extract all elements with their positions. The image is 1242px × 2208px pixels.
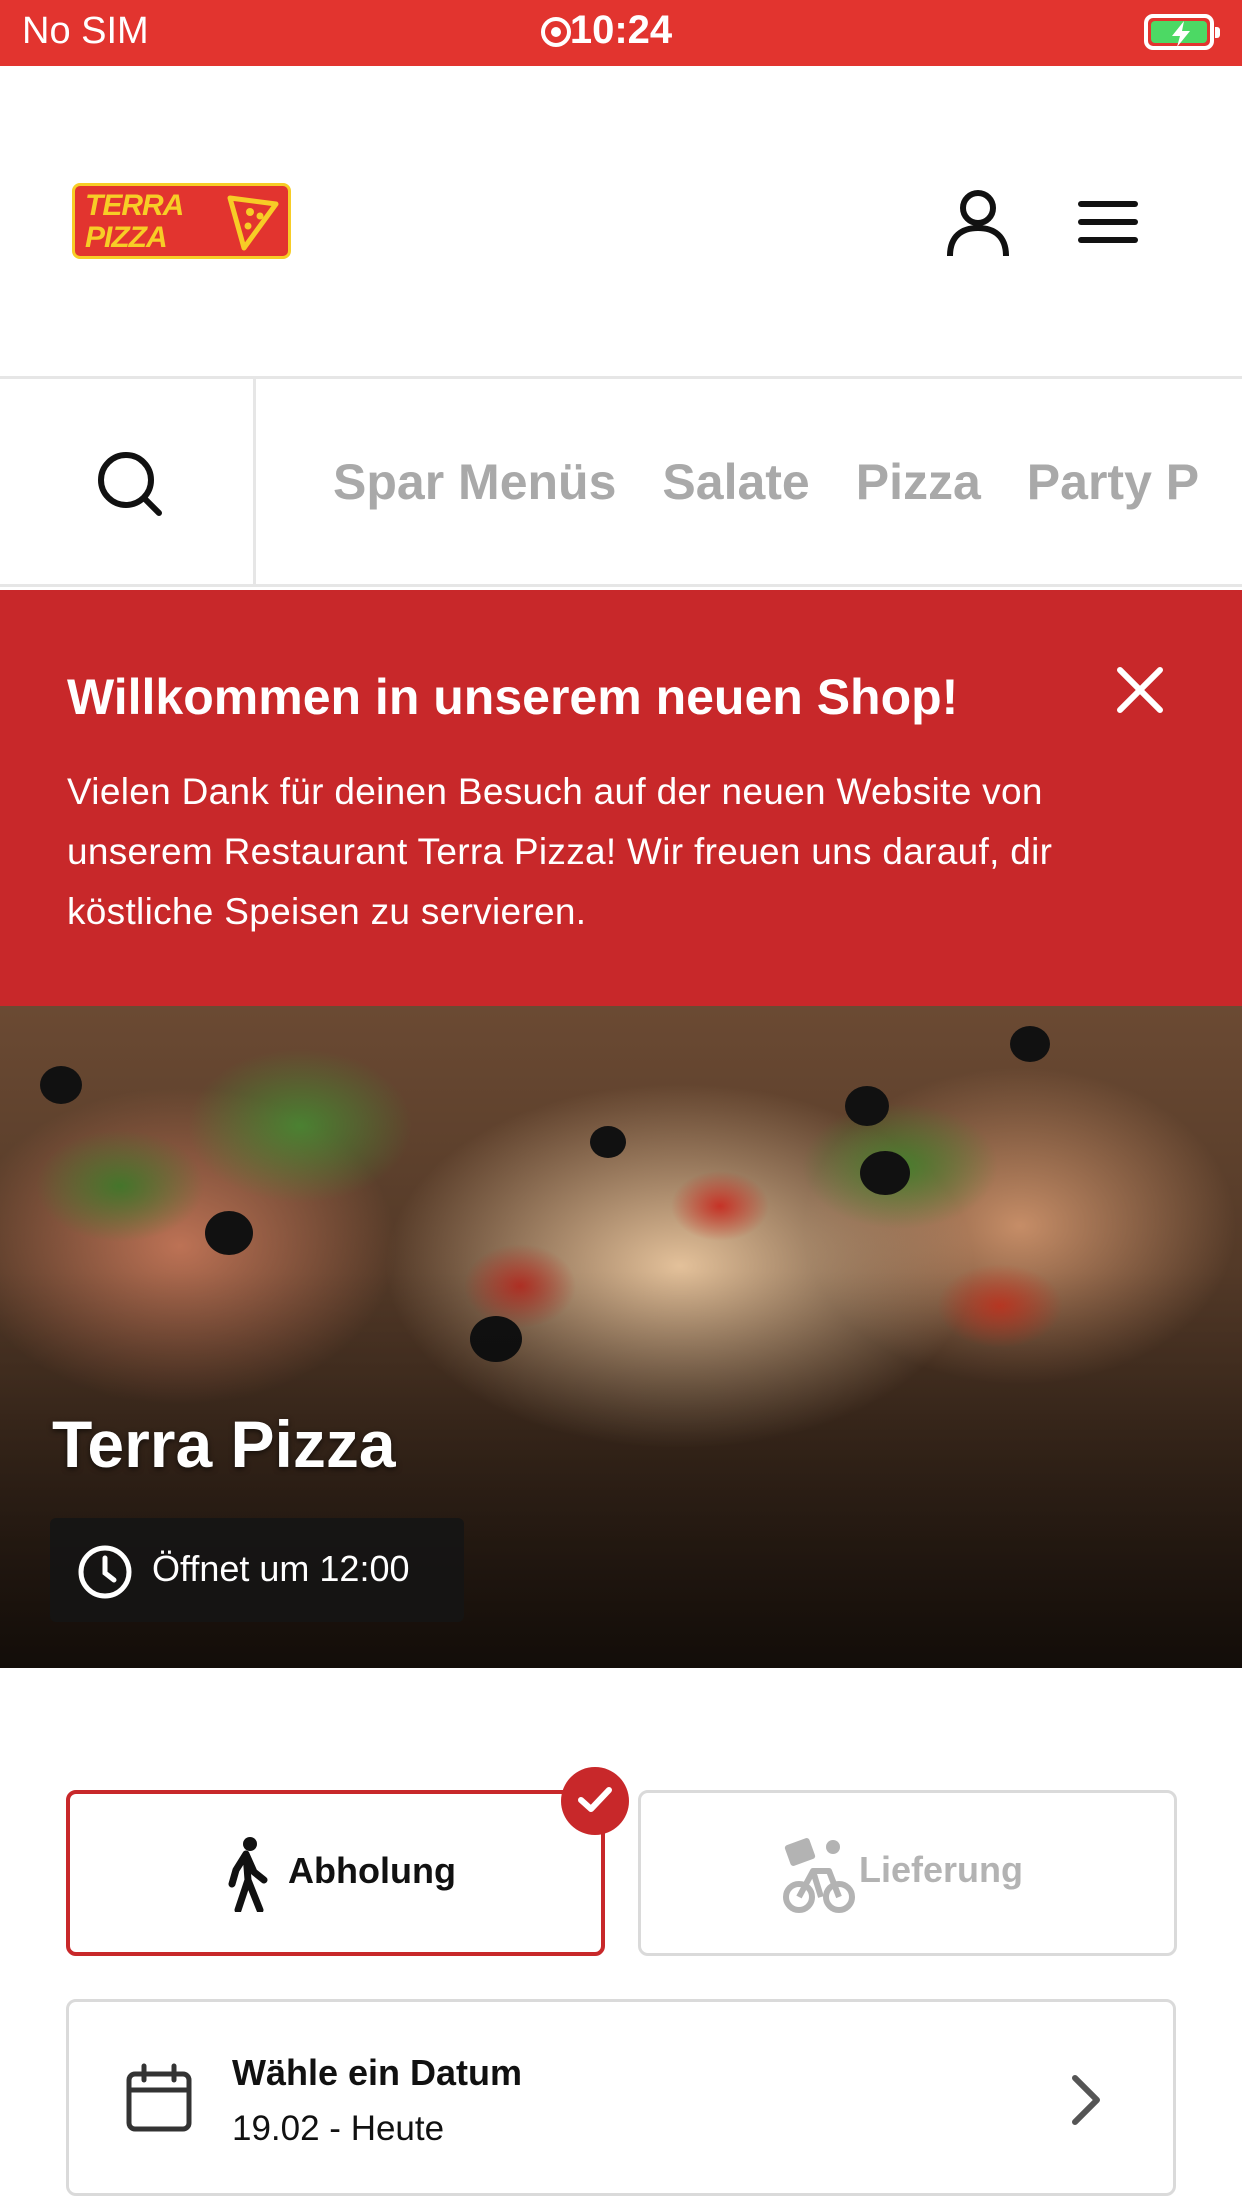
opening-hours-text: Öffnet um 12:00 — [152, 1548, 410, 1589]
date-selector[interactable]: Wähle ein Datum 19.02 - Heute — [66, 1999, 1176, 2196]
pizza-slice-icon — [227, 195, 279, 251]
hero-image: Terra Pizza Öffnet um 12:00 — [0, 1006, 1242, 1668]
banner-title: Willkommen in unserem neuen Shop! — [67, 669, 959, 725]
terra-pizza-logo[interactable]: TERRA PIZZA — [72, 183, 291, 259]
date-value: 19.02 - Heute — [232, 2109, 445, 2148]
banner-text: Vielen Dank für deinen Besuch auf der ne… — [67, 771, 1053, 932]
category-nav: Spar Menüs Salate Pizza Party P — [0, 379, 1242, 587]
hamburger-menu-icon[interactable] — [1075, 198, 1141, 246]
pickup-label: Abholung — [288, 1850, 456, 1891]
close-icon[interactable] — [1112, 662, 1168, 718]
search-icon — [98, 452, 162, 516]
tab-spar-menus[interactable]: Spar Menüs — [333, 453, 616, 511]
category-tabs: Spar Menüs Salate Pizza Party P — [333, 379, 1242, 584]
restaurant-name: Terra Pizza — [52, 1407, 396, 1481]
tab-party-pizza[interactable]: Party P — [1027, 453, 1199, 511]
logo-line-1: TERRA — [85, 189, 184, 222]
walking-person-icon — [228, 1837, 268, 1912]
delivery-option[interactable]: Lieferung — [638, 1790, 1177, 1956]
location-icon — [541, 17, 571, 47]
calendar-icon — [126, 2063, 192, 2132]
battery-icon — [1144, 14, 1220, 50]
logo-line-2: PIZZA — [85, 221, 168, 254]
status-bar: No SIM 10:24 — [0, 0, 1242, 66]
pickup-option[interactable]: Abholung — [66, 1790, 605, 1956]
search-button[interactable] — [0, 379, 256, 584]
welcome-banner: Willkommen in unserem neuen Shop! Vielen… — [0, 590, 1242, 1006]
bicycle-delivery-icon — [783, 1838, 855, 1913]
clock-icon — [78, 1545, 132, 1599]
date-title: Wähle ein Datum — [232, 2052, 523, 2093]
chevron-right-icon — [1072, 2075, 1100, 2125]
selected-check-icon — [561, 1767, 629, 1835]
clock: 10:24 — [569, 8, 673, 52]
delivery-label: Lieferung — [859, 1849, 1024, 1890]
opening-hours-badge: Öffnet um 12:00 — [50, 1518, 464, 1622]
tab-salate[interactable]: Salate — [662, 453, 809, 511]
user-icon[interactable] — [942, 186, 1014, 258]
tab-pizza[interactable]: Pizza — [856, 453, 981, 511]
